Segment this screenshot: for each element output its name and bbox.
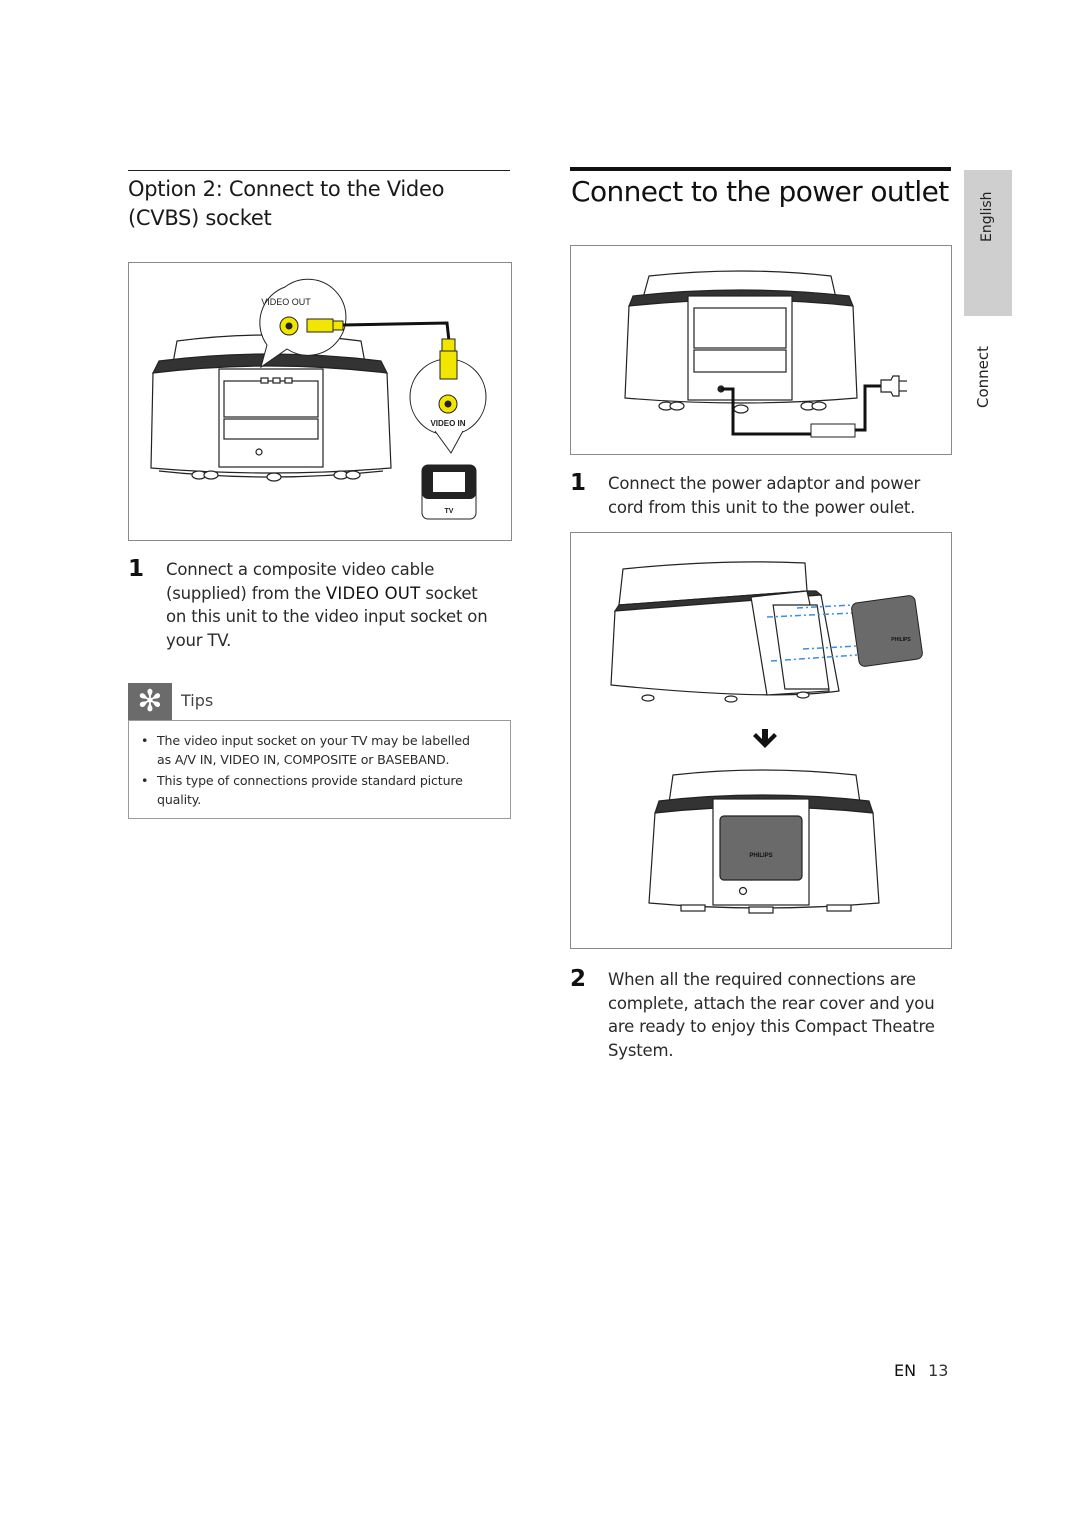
step-1-power: 1 Connect the power adaptor and power co… — [570, 470, 960, 522]
tip-item: • This type of connections provide standa… — [141, 773, 463, 807]
video-in-callout: VIDEO IN — [409, 338, 487, 454]
tip-item: • The video input socket on your TV may b… — [141, 733, 470, 767]
video-connection-diagram: VIDEO OUT VIDEO IN TV — [150, 278, 487, 520]
power-connection-diagram — [624, 270, 907, 438]
rear-cover-part: PHILIPS — [851, 595, 923, 667]
section-rule-right — [570, 167, 951, 171]
tips-asterisk-icon: ✻ — [128, 683, 172, 721]
section-heading-cvbs: Option 2: Connect to the Video (CVBS) so… — [128, 177, 445, 230]
cover-brand-label: PHILIPS — [891, 637, 911, 643]
tv-icon: TV — [421, 464, 477, 520]
tips-box: • The video input socket on your TV may b… — [128, 720, 511, 819]
step-number: 2 — [570, 966, 586, 992]
tips-list: • The video input socket on your TV may b… — [139, 731, 502, 811]
power-plug-icon — [880, 375, 907, 397]
arrow-down-icon — [753, 729, 777, 748]
side-tab-english[interactable]: English — [964, 170, 1012, 316]
unit-side-illustration — [610, 561, 840, 703]
unit-rear-illustration — [624, 270, 858, 414]
step-text: Connect the power adaptor and power cord… — [608, 474, 921, 517]
step-number: 1 — [570, 470, 586, 496]
unit-rear-covered-illustration — [648, 769, 880, 914]
figure-power-connection — [570, 245, 952, 455]
page-number: 13 — [928, 1361, 949, 1380]
step-2-power: 2 When all the required connections are … — [570, 966, 960, 1068]
cover-brand-label-installed: PHILIPS — [749, 853, 772, 859]
video-out-term: VIDEO OUT — [325, 583, 421, 603]
page-footer: EN 13 — [894, 1361, 948, 1380]
side-tab-english-label: English — [979, 191, 995, 242]
power-adaptor — [810, 423, 856, 438]
step-text: When all the required connections are co… — [608, 970, 935, 1060]
video-cable — [342, 321, 451, 342]
step-text: Connect a composite video cable (supplie… — [166, 560, 488, 650]
video-in-label: VIDEO IN — [430, 419, 465, 428]
tips-label: Tips — [181, 691, 214, 710]
video-out-label: VIDEO OUT — [261, 297, 311, 307]
footer-lang: EN — [894, 1361, 917, 1380]
section-heading-power: Connect to the power outlet — [571, 175, 949, 208]
figure-rear-cover: PHILIPS PHILIPS — [570, 532, 952, 949]
tv-label: TV — [445, 508, 454, 515]
rear-cover-diagram: PHILIPS PHILIPS — [610, 561, 923, 914]
step-1-video: 1 Connect a composite video cable (suppl… — [128, 556, 510, 658]
figure-video-connection: VIDEO OUT VIDEO IN TV — [128, 262, 512, 541]
step-number: 1 — [128, 556, 144, 582]
section-rule-left — [128, 170, 510, 171]
side-tab-connect-label: Connect — [974, 345, 992, 408]
